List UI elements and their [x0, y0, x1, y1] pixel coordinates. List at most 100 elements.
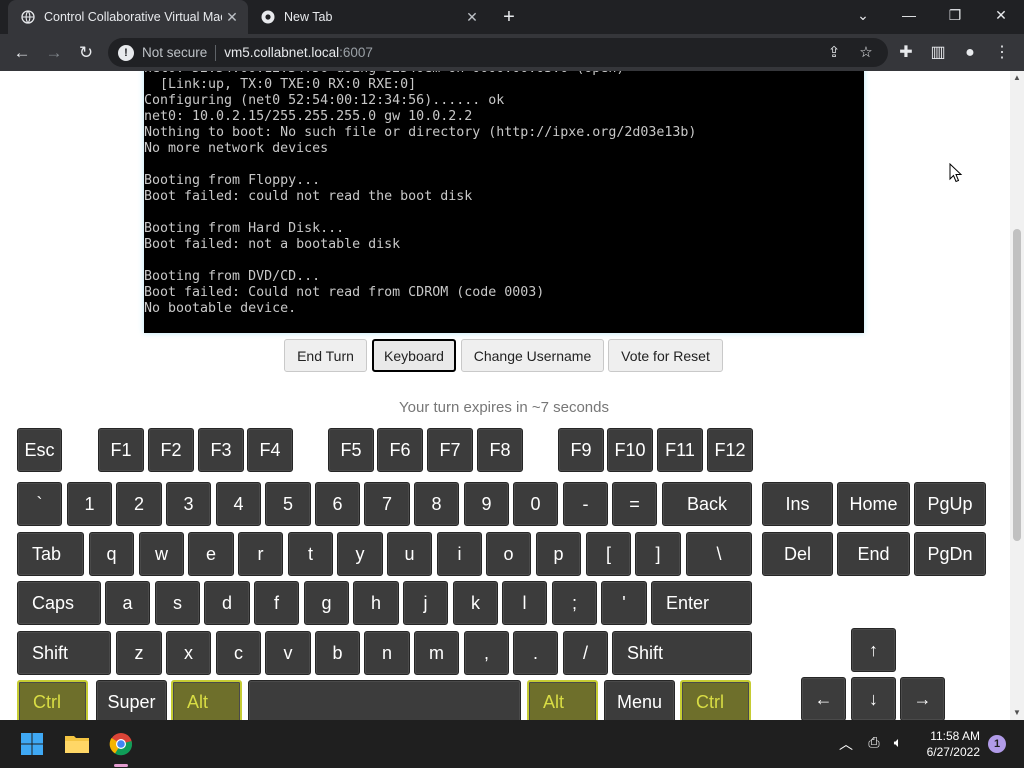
key-f9[interactable]: F9 [558, 428, 604, 472]
scrollbar-thumb[interactable] [1013, 229, 1021, 541]
key-y[interactable]: y [337, 532, 383, 576]
key-period[interactable]: . [513, 631, 558, 675]
notification-badge[interactable]: 1 [988, 735, 1006, 753]
extensions-icon[interactable]: ✚ [896, 43, 916, 63]
warning-icon[interactable]: ! [118, 44, 134, 61]
key-m[interactable]: m [414, 631, 459, 675]
key-menu[interactable]: Menu [604, 680, 675, 720]
key-del[interactable]: Del [762, 532, 833, 576]
key-4[interactable]: 4 [216, 482, 261, 526]
key-caps[interactable]: Caps [17, 581, 101, 625]
key-f11[interactable]: F11 [657, 428, 703, 472]
show-hidden-icons-icon[interactable]: ︿ [836, 734, 856, 754]
key-quote[interactable]: ' [601, 581, 647, 625]
key-f7[interactable]: F7 [427, 428, 473, 472]
key-x[interactable]: x [166, 631, 211, 675]
key-left[interactable]: ← [801, 677, 846, 720]
start-icon[interactable] [17, 729, 47, 759]
key-8[interactable]: 8 [414, 482, 459, 526]
key-equals[interactable]: = [612, 482, 657, 526]
keyboard-button[interactable]: Keyboard [372, 339, 456, 372]
key-semicolon[interactable]: ; [552, 581, 597, 625]
key-f12[interactable]: F12 [707, 428, 753, 472]
restore-icon[interactable]: ❐ [932, 0, 978, 30]
tab-active[interactable]: Control Collaborative Virtual Mac ✕ [8, 0, 248, 34]
key-b[interactable]: b [315, 631, 360, 675]
chrome-taskbar-icon[interactable] [106, 729, 136, 759]
key-comma[interactable]: , [464, 631, 509, 675]
key-up[interactable]: ↑ [851, 628, 896, 672]
close-window-icon[interactable]: ✕ [978, 0, 1024, 30]
menu-kebab-icon[interactable]: ⋮ [992, 43, 1012, 63]
key-right[interactable]: → [900, 677, 945, 720]
key-9[interactable]: 9 [464, 482, 509, 526]
key-esc[interactable]: Esc [17, 428, 62, 472]
key-shift[interactable]: Shift [17, 631, 111, 675]
key-n[interactable]: n [364, 631, 410, 675]
key-alt[interactable]: Alt [527, 680, 598, 720]
tab-search-icon[interactable]: ⌄ [840, 0, 886, 30]
end-turn-button[interactable]: End Turn [284, 339, 367, 372]
key-f4[interactable]: F4 [247, 428, 293, 472]
key-tab[interactable]: Tab [17, 532, 84, 576]
key-f1[interactable]: F1 [98, 428, 144, 472]
key-minus[interactable]: - [563, 482, 608, 526]
key-r[interactable]: r [238, 532, 283, 576]
key-o[interactable]: o [486, 532, 531, 576]
key-g[interactable]: g [304, 581, 349, 625]
key-home[interactable]: Home [837, 482, 910, 526]
vote-reset-button[interactable]: Vote for Reset [608, 339, 723, 372]
key-6[interactable]: 6 [315, 482, 360, 526]
file-explorer-icon[interactable] [62, 729, 92, 759]
key-a[interactable]: a [105, 581, 150, 625]
tab-new-tab[interactable]: New Tab ✕ [248, 0, 488, 34]
key-super[interactable]: Super [96, 680, 167, 720]
back-icon[interactable]: ← [9, 40, 35, 66]
minimize-icon[interactable]: — [886, 0, 932, 30]
key-d[interactable]: d [204, 581, 250, 625]
key-end[interactable]: End [837, 532, 910, 576]
key-ctrl[interactable]: Ctrl [17, 680, 88, 720]
key-alt[interactable]: Alt [171, 680, 242, 720]
close-tab-icon[interactable]: ✕ [222, 9, 242, 26]
key-f6[interactable]: F6 [377, 428, 423, 472]
key-f10[interactable]: F10 [607, 428, 653, 472]
network-icon[interactable]: ⎙ [864, 734, 884, 751]
key-c[interactable]: c [216, 631, 261, 675]
key-down[interactable]: ↓ [851, 677, 896, 720]
key-f[interactable]: f [254, 581, 299, 625]
key-ins[interactable]: Ins [762, 482, 833, 526]
key-backslash[interactable]: \ [686, 532, 752, 576]
forward-icon[interactable]: → [41, 40, 67, 66]
key-5[interactable]: 5 [265, 482, 311, 526]
key-ctrl[interactable]: Ctrl [680, 680, 751, 720]
key-v[interactable]: v [265, 631, 311, 675]
key-enter[interactable]: Enter [651, 581, 752, 625]
key-shift[interactable]: Shift [612, 631, 752, 675]
key-0[interactable]: 0 [513, 482, 558, 526]
change-username-button[interactable]: Change Username [461, 339, 604, 372]
profile-icon[interactable]: ● [960, 43, 980, 63]
key-2[interactable]: 2 [116, 482, 162, 526]
scrollbar[interactable]: ▲ ▼ [1010, 71, 1024, 720]
key-j[interactable]: j [403, 581, 448, 625]
key-lbracket[interactable]: [ [586, 532, 631, 576]
key-e[interactable]: e [188, 532, 234, 576]
key-7[interactable]: 7 [364, 482, 410, 526]
key-i[interactable]: i [437, 532, 482, 576]
key-z[interactable]: z [116, 631, 162, 675]
key-s[interactable]: s [155, 581, 200, 625]
new-tab-button[interactable]: + [498, 6, 520, 28]
close-tab-icon[interactable]: ✕ [462, 9, 482, 26]
clock[interactable]: 11:58 AM 6/27/2022 [910, 728, 980, 760]
vm-screen[interactable]: net0: 52:54:00:12:34:56 using 82540em on… [144, 71, 864, 333]
key-q[interactable]: q [89, 532, 134, 576]
key-back[interactable]: Back [662, 482, 752, 526]
key-f3[interactable]: F3 [198, 428, 244, 472]
key-3[interactable]: 3 [166, 482, 211, 526]
key-space[interactable] [248, 680, 521, 720]
key-rbracket[interactable]: ] [635, 532, 681, 576]
key-pgup[interactable]: PgUp [914, 482, 986, 526]
key-1[interactable]: 1 [67, 482, 112, 526]
key-p[interactable]: p [536, 532, 581, 576]
